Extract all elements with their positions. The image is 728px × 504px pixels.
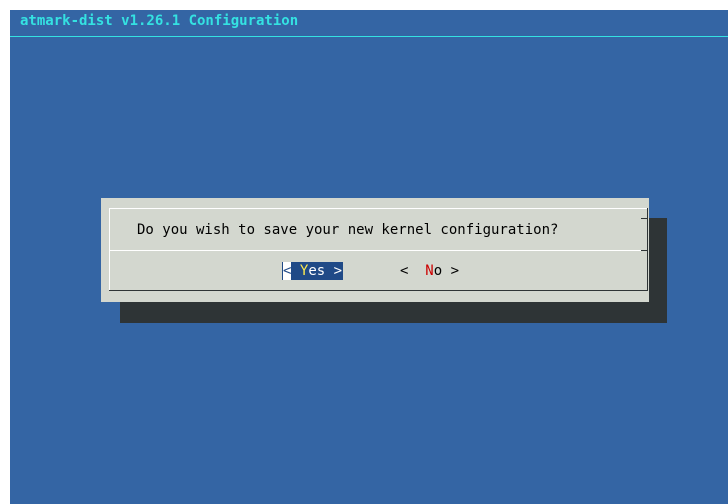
dialog-border-tick-top [641, 218, 648, 219]
no-button[interactable]: < No > [400, 262, 459, 280]
dialog-prompt: Do you wish to save your new kernel conf… [137, 222, 559, 238]
dialog-border-top [109, 208, 647, 209]
no-button-hotkey: N [425, 263, 434, 279]
no-button-open-bracket: < [400, 263, 417, 279]
dialog-border-tick-mid [641, 250, 648, 251]
terminal-screen: atmark-dist v1.26.1 Configuration Do you… [10, 10, 728, 504]
dialog-border-right [647, 208, 648, 290]
backtitle-divider [10, 36, 728, 37]
backtitle: atmark-dist v1.26.1 Configuration [20, 13, 299, 29]
no-button-label-rest: o [433, 263, 443, 279]
dialog-button-separator [109, 250, 647, 251]
yes-button[interactable]: < Yes > [282, 262, 344, 280]
save-config-dialog: Do you wish to save your new kernel conf… [101, 198, 649, 302]
yes-button-label-rest: es [308, 263, 326, 279]
dialog-border-bottom [109, 290, 648, 291]
yes-button-close-bracket: > [333, 263, 343, 279]
yes-button-open-bracket: < [283, 262, 292, 280]
no-button-close-bracket: > [442, 263, 460, 279]
dialog-border-left [109, 208, 110, 290]
